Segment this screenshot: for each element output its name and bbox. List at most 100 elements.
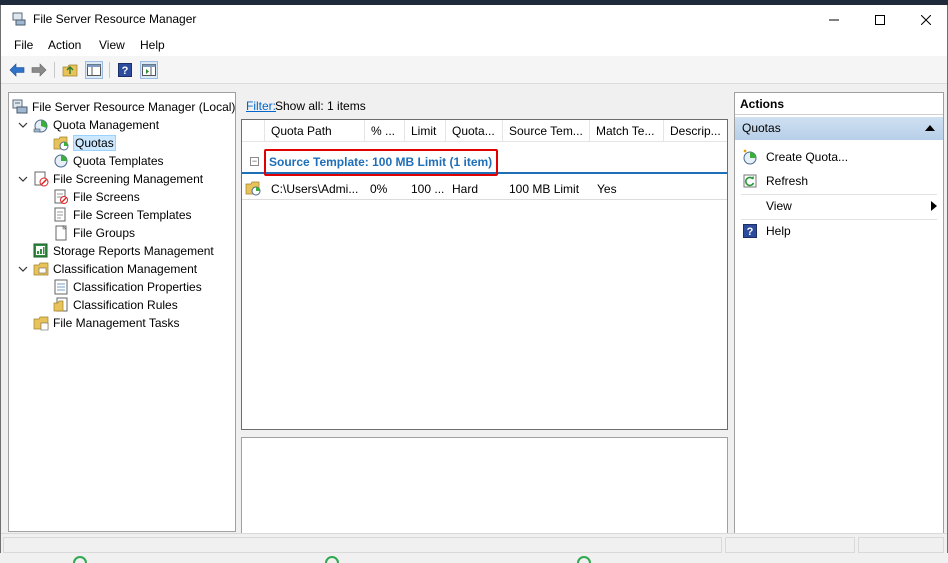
action-label: Refresh — [766, 174, 809, 188]
submenu-arrow-icon — [931, 201, 937, 211]
tree-item-classification-properties[interactable]: Classification Properties — [53, 278, 202, 295]
action-view[interactable]: View — [735, 195, 943, 217]
close-button[interactable] — [903, 5, 948, 34]
tree-label: Classification Management — [53, 261, 198, 276]
collapse-section-icon[interactable] — [925, 125, 935, 131]
maximize-button[interactable] — [857, 5, 903, 34]
show-hide-console-tree-icon[interactable] — [85, 61, 103, 79]
main-window: File Server Resource Manager File Action… — [0, 5, 948, 563]
console-tree: File Server Resource Manager (Local) Quo… — [8, 92, 236, 532]
file-groups-icon — [53, 224, 69, 241]
column-header-description[interactable]: Descrip... — [664, 120, 727, 142]
action-label: Create Quota... — [766, 150, 849, 164]
column-header-quota-type[interactable]: Quota... — [446, 120, 503, 142]
actions-pane: Actions Quotas Create Quota... Refresh V… — [734, 92, 944, 535]
back-icon[interactable] — [8, 61, 26, 79]
status-segment — [3, 537, 722, 553]
details-pane — [241, 437, 728, 535]
tree-item-file-management-tasks[interactable]: File Management Tasks — [33, 314, 180, 331]
desktop-icon — [73, 556, 87, 563]
toolbar: ? — [1, 56, 947, 84]
tree-item-quotas[interactable]: Quotas — [53, 134, 116, 151]
menu-help[interactable]: Help — [140, 38, 165, 52]
up-folder-icon[interactable] — [61, 61, 79, 79]
tree-item-file-screen-templates[interactable]: File Screen Templates — [53, 206, 192, 223]
action-label: View — [766, 199, 792, 213]
column-header-limit[interactable]: Limit — [405, 120, 446, 142]
chevron-down-icon[interactable] — [17, 263, 29, 275]
highlight-box — [264, 149, 498, 176]
forward-icon[interactable] — [30, 61, 48, 79]
view-icon — [742, 198, 758, 214]
column-header-percent-used[interactable]: % ... — [365, 120, 405, 142]
file-screening-icon — [33, 171, 49, 187]
quotas-icon — [53, 135, 69, 151]
svg-text:?: ? — [747, 226, 754, 238]
tree-label: File Screening Management — [53, 171, 204, 186]
actions-section-quotas[interactable]: Quotas — [735, 117, 943, 140]
cell-quota-type: Hard — [452, 182, 479, 196]
help-icon[interactable]: ? — [116, 61, 134, 79]
filter-text: Show all: 1 items — [275, 99, 366, 113]
table-row[interactable]: C:\Users\Admi... 0% 100 ... Hard 100 MB … — [242, 178, 727, 200]
tree-item-file-screening-management[interactable]: File Screening Management — [17, 170, 203, 187]
status-segment — [858, 537, 944, 553]
actions-header: Actions — [735, 93, 943, 115]
action-refresh[interactable]: Refresh — [735, 170, 943, 192]
action-label: Help — [766, 224, 791, 238]
quota-templates-icon — [53, 153, 69, 169]
menu-action[interactable]: Action — [48, 38, 81, 52]
filter-bar: Filter: Show all: 1 items — [240, 92, 730, 117]
cell-quota-path: C:\Users\Admi... — [271, 182, 359, 196]
svg-text:?: ? — [122, 65, 129, 77]
menu-file[interactable]: File — [14, 38, 33, 52]
quota-list[interactable]: Quota Path % ... Limit Quota... Source T… — [241, 119, 728, 430]
tree-item-file-groups[interactable]: File Groups — [53, 224, 135, 241]
tree-label: Quota Templates — [73, 153, 164, 168]
cell-match-template: Yes — [597, 182, 617, 196]
tree-item-classification-rules[interactable]: Classification Rules — [53, 296, 178, 313]
tree-item-storage-reports-management[interactable]: Storage Reports Management — [33, 242, 214, 259]
tree-item-quota-management[interactable]: Quota Management — [17, 116, 159, 133]
menu-view[interactable]: View — [99, 38, 125, 52]
tree-label: File Screens — [73, 189, 140, 204]
cell-source-template: 100 MB Limit — [509, 182, 580, 196]
tree-item-file-screens[interactable]: File Screens — [53, 188, 140, 205]
column-header-source-template[interactable]: Source Tem... — [503, 120, 590, 142]
server-icon — [12, 99, 28, 115]
chevron-down-icon[interactable] — [17, 173, 29, 185]
storage-reports-icon — [33, 243, 49, 259]
app-icon — [12, 12, 26, 26]
column-header-icon[interactable] — [242, 120, 265, 142]
tree-label: Quota Management — [53, 117, 160, 132]
quota-folder-icon — [245, 180, 261, 199]
create-quota-icon — [742, 149, 758, 165]
cell-percent-used: 0% — [370, 182, 388, 196]
action-create-quota[interactable]: Create Quota... — [735, 146, 943, 168]
column-header-quota-path[interactable]: Quota Path — [265, 120, 365, 142]
collapse-group-icon[interactable]: − — [250, 157, 259, 166]
classification-rules-icon — [53, 297, 69, 313]
tree-item-classification-management[interactable]: Classification Management — [17, 260, 197, 277]
menu-bar: File Action View Help — [1, 34, 947, 56]
desktop-icon — [577, 556, 591, 563]
tree-item-root[interactable]: File Server Resource Manager (Local) — [12, 98, 235, 115]
tree-label: File Management Tasks — [53, 315, 180, 330]
tree-label: File Groups — [73, 225, 136, 240]
column-header-match-template[interactable]: Match Te... — [590, 120, 664, 142]
tree-label: File Server Resource Manager (Local) — [32, 99, 236, 114]
actions-section-label: Quotas — [742, 121, 781, 135]
window-title: File Server Resource Manager — [33, 12, 197, 26]
quota-management-icon — [33, 117, 49, 133]
action-help[interactable]: ? Help — [735, 220, 943, 242]
filter-link[interactable]: Filter: — [246, 99, 276, 113]
chevron-down-icon[interactable] — [17, 119, 29, 131]
tree-item-quota-templates[interactable]: Quota Templates — [53, 152, 164, 169]
tree-label: Storage Reports Management — [53, 243, 214, 258]
minimize-button[interactable] — [811, 5, 857, 34]
classification-properties-icon — [53, 279, 69, 295]
cell-limit: 100 ... — [411, 182, 445, 196]
show-hide-action-pane-icon[interactable] — [140, 61, 158, 79]
file-screens-icon — [53, 189, 69, 205]
file-management-tasks-icon — [33, 315, 49, 331]
